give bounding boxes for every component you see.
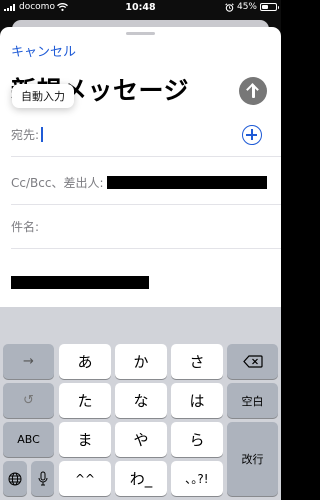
key-punctuation[interactable]: ､｡?!	[171, 461, 223, 496]
key-undo[interactable]: ↺	[3, 383, 54, 418]
space-key[interactable]: 空白	[227, 383, 278, 418]
key-a[interactable]: あ	[59, 344, 111, 379]
cancel-button[interactable]: キャンセル	[11, 41, 76, 60]
subject-label: 件名:	[11, 220, 40, 234]
battery-percent: 45%	[236, 2, 257, 12]
delete-backward-icon	[242, 355, 263, 368]
mic-key[interactable]	[31, 461, 54, 496]
cc-bcc-label: Cc/Bcc、差出人:	[11, 176, 104, 190]
send-button[interactable]	[239, 77, 267, 105]
key-na[interactable]: な	[115, 383, 167, 418]
alarm-icon	[225, 2, 234, 12]
sheet-grabber[interactable]	[126, 32, 155, 35]
abc-key[interactable]: ABC	[3, 422, 54, 457]
add-contact-button[interactable]	[242, 125, 262, 145]
key-ta[interactable]: た	[59, 383, 111, 418]
autofill-tooltip[interactable]: 自動入力	[12, 84, 74, 108]
globe-key[interactable]	[3, 461, 27, 496]
text-cursor	[41, 127, 43, 142]
key-kaomoji[interactable]: ^^	[59, 461, 111, 496]
key-ra[interactable]: ら	[171, 422, 223, 457]
battery-fill	[262, 5, 268, 9]
key-ma[interactable]: ま	[59, 422, 111, 457]
redacted-signature	[11, 276, 149, 289]
delete-key[interactable]	[227, 344, 278, 379]
phone-screen: docomo 10:48 45% キャンセル 新規メッセージ 自動入力 宛先: …	[0, 0, 281, 500]
key-ha[interactable]: は	[171, 383, 223, 418]
key-ka[interactable]: か	[115, 344, 167, 379]
key-sa[interactable]: さ	[171, 344, 223, 379]
status-bar: docomo 10:48 45%	[0, 0, 281, 16]
return-key[interactable]: 改行	[227, 422, 278, 496]
key-wa[interactable]: わ_	[115, 461, 167, 496]
to-label: 宛先:	[11, 128, 40, 142]
subject-field[interactable]: 件名:	[11, 205, 281, 249]
to-field[interactable]: 宛先:	[11, 113, 281, 157]
japanese-keyboard: → あ か さ ↺ た な は 空白 ABC ま や ら 改行 ^^ わ_ ､｡…	[0, 307, 281, 500]
key-ya[interactable]: や	[115, 422, 167, 457]
redacted-sender	[106, 176, 267, 189]
status-right: 45%	[225, 2, 279, 12]
cc-bcc-from-field[interactable]: Cc/Bcc、差出人:	[11, 161, 281, 205]
microphone-icon	[38, 471, 47, 486]
globe-icon	[8, 472, 22, 485]
key-arrow[interactable]: →	[3, 344, 54, 379]
battery-icon	[260, 3, 279, 11]
